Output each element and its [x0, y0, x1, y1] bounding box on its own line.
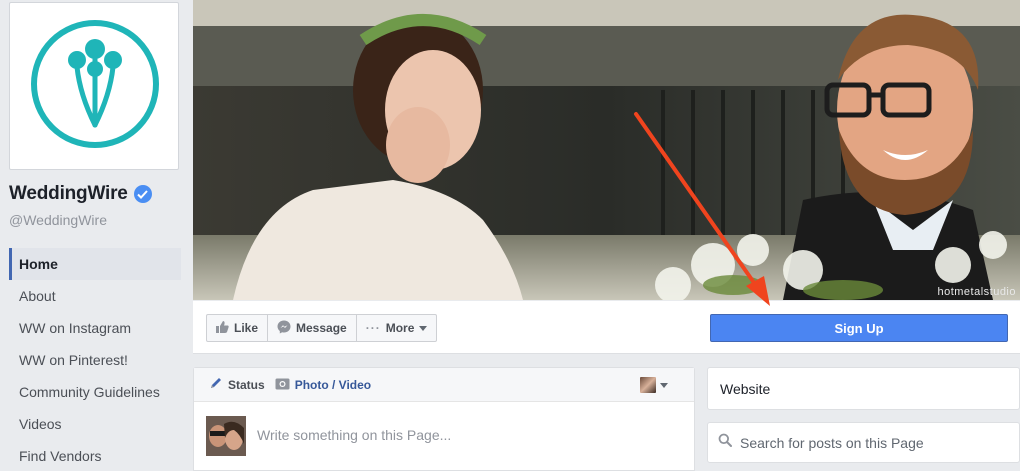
weddingwire-logo-icon [31, 20, 159, 148]
camera-icon [275, 377, 290, 393]
nav-item-instagram[interactable]: WW on Instagram [9, 312, 181, 344]
nav-item-about[interactable]: About [9, 280, 181, 312]
tab-photo-video[interactable]: Photo / Video [275, 377, 371, 393]
page-name-text[interactable]: WeddingWire [9, 183, 128, 205]
tab-status-label: Status [228, 377, 265, 392]
website-link[interactable]: Website [707, 367, 1020, 410]
chevron-down-icon [660, 382, 668, 388]
search-icon [718, 433, 732, 452]
page-post-search[interactable] [707, 422, 1020, 463]
nav-item-pinterest[interactable]: WW on Pinterest! [9, 344, 181, 376]
nav-item-videos[interactable]: Videos [9, 408, 181, 440]
pencil-icon [209, 376, 223, 393]
tab-photo-video-label: Photo / Video [294, 377, 372, 392]
page-actions-group: Like Message ··· More [206, 314, 438, 342]
cover-photo-image [193, 0, 1020, 300]
like-button[interactable]: Like [207, 315, 269, 341]
message-button[interactable]: Message [268, 315, 357, 341]
thumbs-up-icon [216, 320, 229, 336]
viewer-avatar [640, 377, 656, 393]
chevron-down-icon [419, 325, 428, 331]
search-posts-input[interactable] [740, 434, 1000, 451]
user-avatar [206, 416, 246, 456]
page-handle[interactable]: @WeddingWire [9, 212, 107, 228]
composer-input[interactable]: Write something on this Page... [257, 427, 451, 443]
composer-tabs: Status Photo / Video [194, 368, 694, 402]
page-nav: Home About WW on Instagram WW on Pintere… [9, 248, 181, 471]
cover-photo[interactable]: hotmetalstudio [193, 0, 1020, 300]
message-label: Message [296, 321, 347, 335]
page-title[interactable]: WeddingWire [9, 183, 152, 205]
nav-item-home[interactable]: Home [9, 248, 181, 280]
page-action-bar: Like Message ··· More Sign Up [193, 301, 1020, 354]
ellipsis-icon: ··· [365, 321, 381, 335]
more-label: More [385, 321, 415, 335]
tab-status[interactable]: Status [209, 376, 265, 393]
post-as-selector[interactable] [640, 377, 668, 393]
cover-watermark: hotmetalstudio [937, 286, 1016, 298]
like-label: Like [234, 321, 259, 335]
verified-badge-icon [133, 185, 152, 203]
messenger-icon [277, 320, 291, 337]
more-button[interactable]: ··· More [357, 315, 437, 341]
sign-up-button[interactable]: Sign Up [710, 314, 1008, 342]
nav-item-community-guidelines[interactable]: Community Guidelines [9, 376, 181, 408]
profile-picture[interactable] [9, 2, 179, 170]
post-composer: Status Photo / Video Write something on … [193, 367, 695, 471]
nav-item-find-vendors[interactable]: Find Vendors [9, 440, 181, 471]
